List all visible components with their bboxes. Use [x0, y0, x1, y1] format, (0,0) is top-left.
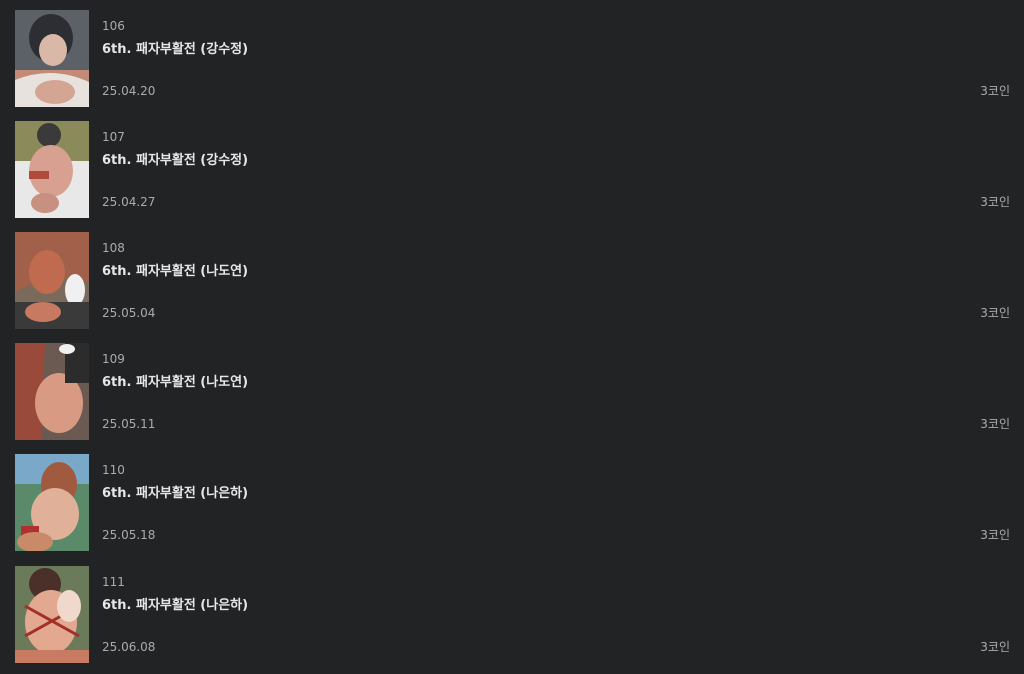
- episode-row[interactable]: 107 6th. 패자부활전 (강수정) 25.04.27 3코인: [0, 121, 1024, 218]
- episode-title: 6th. 패자부활전 (강수정): [102, 42, 249, 57]
- episode-number: 110: [102, 463, 125, 477]
- episode-number: 111: [102, 575, 125, 589]
- thumbnail-art: [15, 343, 89, 440]
- episode-price: 3코인: [980, 306, 1010, 320]
- episode-title: 6th. 패자부활전 (강수정): [102, 153, 249, 168]
- thumbnail-art: [15, 121, 89, 218]
- episode-thumbnail: [15, 121, 89, 218]
- episode-number: 109: [102, 352, 125, 366]
- episode-row[interactable]: 108 6th. 패자부활전 (나도연) 25.05.04 3코인: [0, 232, 1024, 329]
- episode-row[interactable]: 110 6th. 패자부활전 (나은하) 25.05.18 3코인: [0, 454, 1024, 551]
- episode-thumbnail: [15, 232, 89, 329]
- thumbnail-art: [15, 566, 89, 663]
- episode-thumbnail: [15, 454, 89, 551]
- episode-row[interactable]: 106 6th. 패자부활전 (강수정) 25.04.20 3코인: [0, 10, 1024, 107]
- thumbnail-art: [15, 10, 89, 107]
- episode-thumbnail: [15, 566, 89, 663]
- episode-title: 6th. 패자부활전 (나은하): [102, 486, 249, 501]
- episode-thumbnail: [15, 10, 89, 107]
- episode-date: 25.05.04: [102, 306, 156, 320]
- thumbnail-art: [15, 454, 89, 551]
- episode-date: 25.05.18: [102, 528, 156, 542]
- episode-date: 25.04.27: [102, 195, 156, 209]
- episode-price: 3코인: [980, 195, 1010, 209]
- episode-price: 3코인: [980, 640, 1010, 654]
- episode-title: 6th. 패자부활전 (나도연): [102, 264, 249, 279]
- episode-date: 25.06.08: [102, 640, 156, 654]
- episode-title: 6th. 패자부활전 (나은하): [102, 598, 249, 613]
- episode-date: 25.04.20: [102, 84, 156, 98]
- episode-number: 108: [102, 241, 125, 255]
- episode-title: 6th. 패자부활전 (나도연): [102, 375, 249, 390]
- episode-price: 3코인: [980, 417, 1010, 431]
- episode-price: 3코인: [980, 528, 1010, 542]
- episode-list: 106 6th. 패자부활전 (강수정) 25.04.20 3코인 107 6t…: [0, 0, 1024, 674]
- episode-date: 25.05.11: [102, 417, 156, 431]
- episode-number: 106: [102, 19, 125, 33]
- episode-row[interactable]: 111 6th. 패자부활전 (나은하) 25.06.08 3코인: [0, 566, 1024, 663]
- episode-number: 107: [102, 130, 125, 144]
- thumbnail-art: [15, 232, 89, 329]
- episode-row[interactable]: 109 6th. 패자부활전 (나도연) 25.05.11 3코인: [0, 343, 1024, 440]
- episode-price: 3코인: [980, 84, 1010, 98]
- episode-thumbnail: [15, 343, 89, 440]
